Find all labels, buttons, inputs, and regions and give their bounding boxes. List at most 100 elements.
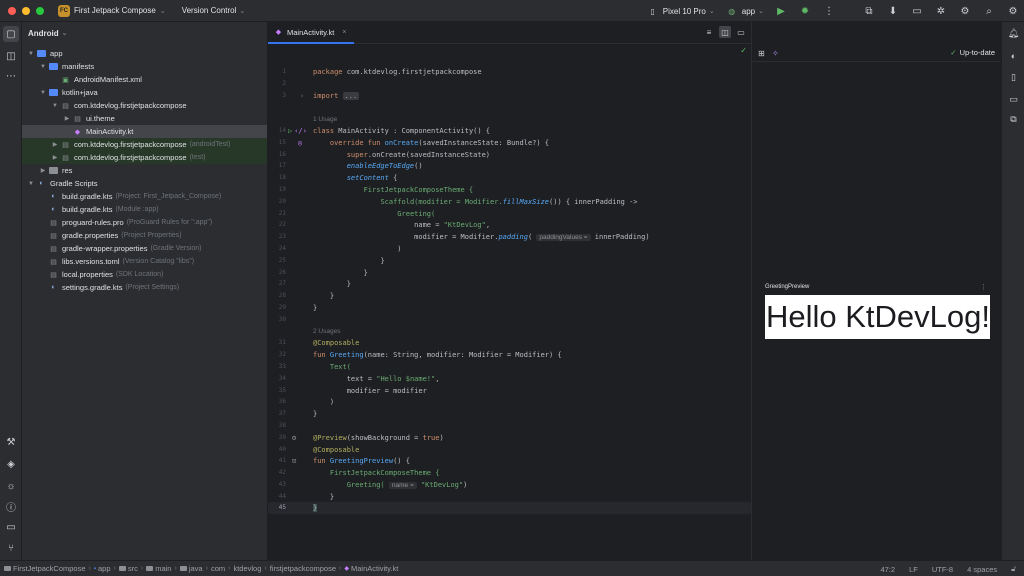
code-token: () { — [393, 456, 410, 465]
tree-item-test-package[interactable]: ▶ ▤ com.ktdevlog.firstjetpackcompose (te… — [22, 151, 267, 164]
tree-item-manifests[interactable]: ▼ manifests — [22, 60, 267, 73]
close-icon[interactable]: × — [342, 29, 346, 36]
chevron-down-icon[interactable]: ▼ — [27, 181, 35, 187]
preview-render[interactable]: Hello KtDevLog! — [765, 295, 990, 339]
breadcrumb-item[interactable]: main — [146, 564, 171, 573]
tree-item-build-gradle-project[interactable]: ◐ build.gradle.kts (Project: First_Jetpa… — [22, 190, 267, 203]
project-view-selector[interactable]: Android ⌄ — [22, 22, 267, 44]
chevron-down-icon[interactable]: ▼ — [51, 103, 59, 109]
tree-item-main-package[interactable]: ▼ ▤ com.ktdevlog.firstjetpackcompose — [22, 99, 267, 112]
device-selector[interactable]: ▯ Pixel 10 Pro ⌄ — [646, 4, 715, 18]
breadcrumb-item[interactable]: ktdevlog — [233, 564, 261, 573]
zoom-window-button[interactable] — [36, 6, 44, 15]
tree-item-kotlin-java[interactable]: ▼ kotlin+java — [22, 86, 267, 99]
more-vertical-icon[interactable]: ⋮ — [980, 283, 987, 291]
project-tool-icon[interactable]: ▢ — [3, 26, 19, 42]
gradle-tool-icon[interactable]: ◐ — [1006, 48, 1021, 63]
usages-hint[interactable]: 1 Usage — [313, 116, 337, 123]
tab-mainactivity[interactable]: ◆ MainActivity.kt × — [268, 22, 355, 44]
more-vertical-icon[interactable]: ⋮ — [822, 4, 836, 18]
build-icon[interactable]: ⚒ — [3, 434, 19, 450]
file-encoding[interactable]: UTF-8 — [932, 565, 953, 574]
terminal-icon[interactable]: ▭ — [3, 519, 19, 535]
code-editor[interactable]: ◆ MainActivity.kt × ≡ ◫ ▭ ✓ 1 package co… — [268, 22, 751, 560]
resource-manager-icon[interactable]: ◫ — [3, 48, 19, 64]
tree-item-proguard-rules[interactable]: ▤ proguard-rules.pro (ProGuard Rules for… — [22, 216, 267, 229]
folded-imports[interactable]: ... — [342, 91, 360, 100]
chevron-right-icon[interactable]: ▶ — [51, 141, 59, 148]
close-window-button[interactable] — [8, 6, 16, 15]
preview-mode-icon[interactable]: ⊞ — [758, 49, 765, 58]
line-number: 42 — [278, 469, 286, 477]
chevron-right-icon[interactable]: ▶ — [39, 167, 47, 174]
chevron-down-icon[interactable]: ▼ — [39, 90, 47, 96]
breadcrumb-item[interactable]: firstjetpackcompose — [270, 564, 336, 573]
code-token: Scaffold(modifier = Modifier. — [380, 197, 503, 206]
tree-item-androidtest-package[interactable]: ▶ ▤ com.ktdevlog.firstjetpackcompose (an… — [22, 138, 267, 151]
tree-item-app[interactable]: ▼ app — [22, 47, 267, 60]
git-icon[interactable]: ⑂ — [3, 540, 19, 556]
ai-sparkle-icon[interactable]: ✧ — [772, 49, 779, 58]
running-devices-icon[interactable]: ▭ — [1006, 92, 1021, 107]
problems-icon[interactable]: ⓘ — [3, 498, 19, 514]
emulator-icon[interactable]: ⧉ — [1006, 112, 1021, 127]
fold-icon[interactable]: › — [300, 92, 304, 100]
code-icon[interactable]: ‹/› — [294, 127, 307, 135]
breadcrumb-item[interactable]: FirstJetpackCompose — [4, 564, 86, 573]
chevron-down-icon[interactable]: ▼ — [39, 64, 47, 70]
run-gutter-icon[interactable]: ▷ — [288, 127, 292, 135]
device-manager-icon[interactable]: ▯ — [1006, 70, 1021, 85]
breadcrumb-label: com — [210, 564, 226, 573]
tree-item-androidmanifest[interactable]: ▣ AndroidManifest.xml — [22, 73, 267, 86]
chevron-right-icon[interactable]: ▶ — [63, 115, 71, 122]
tree-item-gradle-scripts[interactable]: ▼ ◐ Gradle Scripts — [22, 177, 267, 190]
tree-item-libs-versions[interactable]: ▤ libs.versions.toml (Version Catalog "l… — [22, 255, 267, 268]
run-icon[interactable]: ▶ — [774, 4, 788, 18]
split-view-icon[interactable]: ◫ — [719, 26, 731, 38]
sdk-manager-icon[interactable]: ⬇ — [886, 4, 900, 18]
tree-item-build-gradle-module[interactable]: ◐ build.gradle.kts (Module :app) — [22, 203, 267, 216]
tree-item-gradle-properties[interactable]: ▤ gradle.properties (Project Properties) — [22, 229, 267, 242]
gem-icon[interactable]: ◈ — [3, 456, 19, 472]
indent-setting[interactable]: 4 spaces — [967, 565, 997, 574]
gear-icon[interactable]: ⚙ — [1006, 4, 1020, 18]
breadcrumb-item[interactable]: com — [211, 564, 225, 573]
tree-item-ui-theme[interactable]: ▶ ▤ ui.theme — [22, 112, 267, 125]
tree-item-res[interactable]: ▶ res — [22, 164, 267, 177]
debug-icon[interactable]: ✹ — [798, 4, 812, 18]
logcat-icon[interactable]: ☼ — [3, 478, 19, 494]
gemini-icon[interactable]: ✲ — [934, 4, 948, 18]
project-switcher[interactable]: FC First Jetpack Compose ⌄ — [58, 4, 166, 17]
version-control-menu[interactable]: Version Control ⌄ — [182, 6, 246, 15]
preview-settings-icon[interactable]: ⚙ — [292, 434, 296, 442]
caret-position[interactable]: 47:2 — [880, 565, 895, 574]
profiler-icon[interactable]: ⚙ — [958, 4, 972, 18]
breadcrumb-item[interactable]: src — [118, 564, 138, 573]
tree-item-settings-gradle[interactable]: ◐ settings.gradle.kts (Project Settings) — [22, 281, 267, 294]
chevron-right-icon[interactable]: ▶ — [51, 154, 59, 161]
usages-hint[interactable]: 2 Usages — [313, 328, 340, 335]
lock-icon[interactable]: 🔓︎ — [1011, 564, 1016, 574]
tree-item-gradle-wrapper[interactable]: ▤ gradle-wrapper.properties (Gradle Vers… — [22, 242, 267, 255]
preview-icon[interactable]: ⊡ — [292, 457, 296, 465]
tree-item-local-properties[interactable]: ▤ local.properties (SDK Location) — [22, 268, 267, 281]
device-manager-icon[interactable]: ▭ — [910, 4, 924, 18]
notifications-icon[interactable]: 🔔︎ — [1006, 26, 1021, 41]
chevron-down-icon[interactable]: ▼ — [27, 51, 35, 57]
device-mirror-icon[interactable]: ⧉ — [862, 4, 876, 18]
breadcrumb-item[interactable]: java — [179, 564, 203, 573]
override-icon[interactable]: ◎ — [298, 139, 302, 147]
line-number: 21 — [278, 210, 286, 218]
search-icon[interactable]: ⌕ — [982, 4, 996, 18]
breadcrumb-item[interactable]: ◆ MainActivity.kt — [344, 564, 398, 573]
breadcrumb-item[interactable]: ▪ app — [94, 564, 111, 573]
code-token: "Hello $name!" — [376, 374, 436, 383]
minimize-window-button[interactable] — [22, 6, 30, 15]
more-horizontal-icon[interactable]: ⋯ — [3, 68, 19, 84]
inspection-ok-icon[interactable]: ✓ — [740, 46, 747, 55]
line-separator[interactable]: LF — [909, 565, 918, 574]
code-view-icon[interactable]: ≡ — [703, 26, 715, 38]
design-view-icon[interactable]: ▭ — [735, 26, 747, 38]
tree-item-mainactivity[interactable]: ◆ MainActivity.kt — [22, 125, 267, 138]
run-config-selector[interactable]: ◍ app ⌄ — [725, 4, 764, 18]
